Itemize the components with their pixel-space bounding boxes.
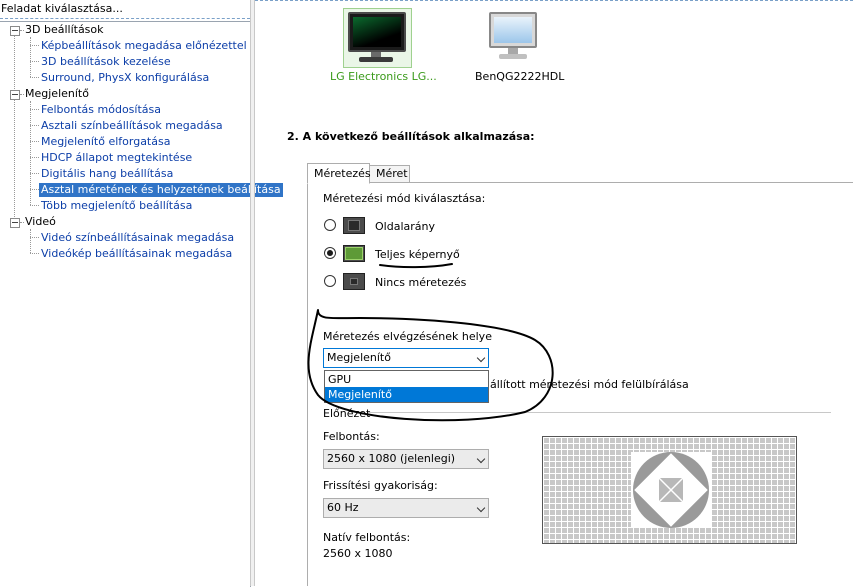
tree-item-change-resolution[interactable]: Felbontás módosítása	[41, 103, 161, 117]
full-screen-icon-inner	[345, 247, 363, 260]
chevron-down-icon[interactable]	[476, 353, 486, 363]
preview-separator	[368, 412, 831, 413]
scaling-mode-label: Méretezési mód kiválasztása:	[323, 192, 486, 205]
monitor-screen	[489, 12, 537, 48]
monitor-screen	[348, 12, 406, 52]
scaling-location-dropdown: GPU Megjelenítő	[324, 370, 489, 403]
tree-line	[20, 222, 24, 223]
tree-line	[20, 30, 24, 31]
tree-item-image-settings-preview[interactable]: Képbeállítások megadása előnézettel	[41, 39, 247, 53]
tree-item-manage-3d-settings[interactable]: 3D beállítások kezelése	[41, 55, 171, 69]
dropdown-option-gpu[interactable]: GPU	[325, 372, 488, 387]
tree-line	[30, 205, 39, 206]
section-title: 2. A következő beállítások alkalmazása:	[287, 130, 535, 143]
refresh-rate-value: 60 Hz	[327, 501, 359, 514]
native-resolution-label: Natív felbontás:	[323, 531, 411, 544]
radio-no-scaling[interactable]	[324, 275, 336, 287]
option-no-scaling-label[interactable]: Nincs méretezés	[375, 276, 466, 289]
tree-line	[30, 229, 31, 253]
aspect-ratio-icon	[343, 217, 365, 234]
tree-item-digital-audio[interactable]: Digitális hang beállítása	[41, 167, 173, 181]
tree-item-desktop-size-position[interactable]: Asztal méretének és helyzetének beállítá…	[39, 183, 283, 197]
tree-item-surround-physx[interactable]: Surround, PhysX konfigurálása	[41, 71, 209, 85]
tab-scaling[interactable]: Méretezés	[307, 163, 371, 184]
display-label-lg[interactable]: LG Electronics LG...	[330, 70, 437, 83]
tree-line	[30, 237, 39, 238]
tree-line	[30, 141, 39, 142]
task-tree: 3D beállítások Képbeállítások megadása e…	[0, 21, 283, 587]
collapse-icon[interactable]	[10, 26, 20, 36]
tree-line	[30, 45, 39, 46]
tree-line	[30, 37, 31, 77]
pane-splitter[interactable]	[250, 0, 255, 586]
scaling-location-select[interactable]: Megjelenítő	[323, 348, 489, 368]
scaling-location-label: Méretezés elvégzésének helye	[323, 330, 492, 343]
tree-group-video[interactable]: Videó	[25, 215, 56, 229]
dropdown-option-display[interactable]: Megjelenítő	[325, 387, 488, 402]
tab-size[interactable]: Méret	[369, 165, 410, 183]
tree-item-video-color[interactable]: Videó színbeállításainak megadása	[41, 231, 234, 245]
preview-test-pattern	[542, 436, 797, 544]
tree-group-display[interactable]: Megjelenítő	[25, 87, 89, 101]
monitor-base	[499, 54, 527, 59]
override-scaling-label[interactable]: állított méretezési mód felülbírálása	[490, 378, 689, 391]
full-screen-icon	[343, 245, 365, 262]
tree-item-desktop-color[interactable]: Asztali színbeállítások megadása	[41, 119, 223, 133]
monitor-screen-glass	[494, 17, 532, 43]
radio-aspect-ratio[interactable]	[324, 219, 336, 231]
top-border	[255, 0, 853, 1]
aspect-ratio-icon-inner	[348, 220, 360, 231]
monitor-base	[359, 57, 393, 62]
no-scaling-icon-inner	[350, 278, 358, 285]
tree-line	[14, 35, 15, 225]
refresh-rate-label: Frissítési gyakoriság:	[323, 479, 438, 492]
no-scaling-icon	[343, 273, 365, 290]
test-pattern-graphic	[631, 452, 711, 528]
chevron-down-icon[interactable]	[476, 454, 486, 464]
display-monitor-icon[interactable]	[489, 12, 541, 62]
task-pane: Feladat kiválasztása... 3D beállítások K…	[0, 0, 283, 587]
radio-full-screen[interactable]	[324, 247, 336, 259]
tree-item-rotate-display[interactable]: Megjelenítő elforgatása	[41, 135, 170, 149]
tree-line	[30, 61, 39, 62]
tree-line	[30, 77, 39, 78]
display-label-benq[interactable]: BenQG2222HDL	[475, 70, 564, 83]
option-full-screen-label[interactable]: Teljes képernyő	[375, 248, 460, 261]
tree-item-video-image[interactable]: Videókép beállításainak megadása	[41, 247, 232, 261]
collapse-icon[interactable]	[10, 90, 20, 100]
chevron-down-icon[interactable]	[476, 503, 486, 513]
tree-group-3d-settings[interactable]: 3D beállítások	[25, 23, 104, 37]
preview-group-label: Előnézet	[323, 407, 371, 420]
tree-line	[30, 157, 39, 158]
option-aspect-ratio-label[interactable]: Oldalarány	[375, 220, 435, 233]
tree-line	[30, 253, 39, 254]
task-pane-header: Feladat kiválasztása...	[0, 0, 250, 19]
collapse-icon[interactable]	[10, 218, 20, 228]
tree-line	[30, 125, 39, 126]
tree-line	[30, 109, 39, 110]
display-monitor-icon[interactable]	[347, 12, 407, 64]
native-resolution-value: 2560 x 1080	[323, 547, 393, 560]
resolution-value: 2560 x 1080 (jelenlegi)	[327, 452, 456, 465]
tree-item-multiple-displays[interactable]: Több megjelenítő beállítása	[41, 199, 192, 213]
refresh-rate-select[interactable]: 60 Hz	[323, 498, 489, 518]
task-pane-title: Feladat kiválasztása...	[1, 2, 123, 15]
tree-line	[20, 94, 24, 95]
tree-line	[30, 189, 39, 190]
scaling-location-value: Megjelenítő	[327, 351, 391, 364]
resolution-label: Felbontás:	[323, 430, 380, 443]
resolution-select[interactable]: 2560 x 1080 (jelenlegi)	[323, 449, 489, 469]
tree-item-hdcp-status[interactable]: HDCP állapot megtekintése	[41, 151, 192, 165]
tree-line	[30, 173, 39, 174]
